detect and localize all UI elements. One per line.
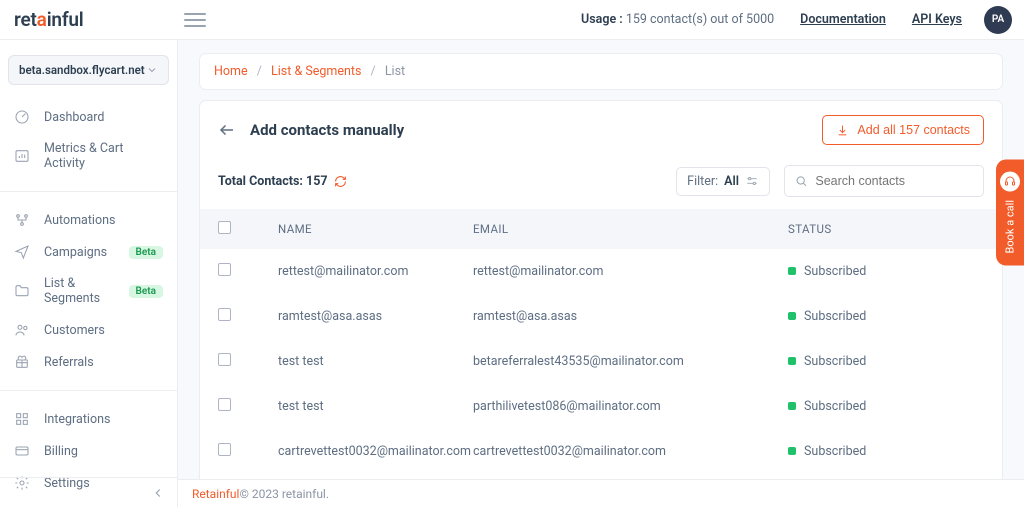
- crumb-section[interactable]: List & Segments: [271, 64, 361, 79]
- folder-icon: [14, 283, 30, 299]
- search-input-wrap[interactable]: [784, 165, 984, 197]
- status-dot-icon: [788, 312, 796, 320]
- row-email: cartrevettest0032@mailinator.com: [473, 444, 788, 459]
- sidebar-item-customers[interactable]: Customers: [0, 314, 177, 346]
- row-name: rettest@mailinator.com: [278, 264, 473, 279]
- breadcrumb: Home / List & Segments / List: [200, 54, 1002, 89]
- row-email: rettest@mailinator.com: [473, 264, 788, 279]
- row-status: Subscribed: [788, 444, 984, 459]
- send-icon: [14, 244, 30, 260]
- row-name: test test: [278, 399, 473, 414]
- row-checkbox[interactable]: [218, 398, 231, 411]
- download-icon: [836, 124, 849, 137]
- row-status: Subscribed: [788, 399, 984, 414]
- usage-text: Usage : 159 contact(s) out of 5000: [581, 12, 774, 27]
- logo: retainful: [8, 8, 178, 31]
- row-checkbox[interactable]: [218, 353, 231, 366]
- sidebar: beta.sandbox.flycart.net Dashboard Metri…: [0, 40, 178, 507]
- headset-icon: [1000, 172, 1020, 192]
- grid-icon: [14, 411, 30, 427]
- row-email: ramtest@asa.asas: [473, 309, 788, 324]
- sidebar-item-integrations[interactable]: Integrations: [0, 403, 177, 435]
- col-name-header: NAME: [278, 222, 473, 236]
- row-email: betareferralest43535@mailinator.com: [473, 354, 788, 369]
- status-dot-icon: [788, 447, 796, 455]
- row-checkbox[interactable]: [218, 443, 231, 456]
- add-all-contacts-button[interactable]: Add all 157 contacts: [822, 115, 984, 145]
- sidebar-item-referrals[interactable]: Referrals: [0, 346, 177, 378]
- search-icon: [795, 174, 807, 188]
- sidebar-item-list-segments[interactable]: List & Segments Beta: [0, 268, 177, 314]
- chevron-down-icon: [146, 64, 158, 76]
- footer-brand-link[interactable]: Retainful: [192, 487, 239, 501]
- gauge-icon: [14, 109, 30, 125]
- table-row[interactable]: cartrevettest0032@mailinator.comcartreve…: [200, 429, 1002, 474]
- avatar[interactable]: PA: [984, 6, 1012, 34]
- table-row[interactable]: test testparthilivetest086@mailinator.co…: [200, 384, 1002, 429]
- search-input[interactable]: [815, 174, 973, 188]
- table-row[interactable]: rettest@mailinator.comrettest@mailinator…: [200, 249, 1002, 294]
- table-row[interactable]: test testbetareferralest43535@mailinator…: [200, 339, 1002, 384]
- col-email-header: EMAIL: [473, 222, 788, 236]
- site-selector-label: beta.sandbox.flycart.net: [19, 63, 145, 77]
- table-row[interactable]: ramtest@asa.asasramtest@asa.asasSubscrib…: [200, 294, 1002, 339]
- book-a-call-button[interactable]: Book a call: [996, 160, 1024, 266]
- flow-icon: [14, 212, 30, 228]
- row-name: ramtest@asa.asas: [278, 309, 473, 324]
- total-contacts: Total Contacts: 157: [218, 174, 328, 189]
- crumb-home[interactable]: Home: [214, 64, 248, 79]
- card-icon: [14, 443, 30, 459]
- beta-badge: Beta: [129, 285, 163, 298]
- status-dot-icon: [788, 267, 796, 275]
- crumb-current: List: [385, 64, 405, 79]
- back-arrow-icon[interactable]: [218, 121, 236, 139]
- sidebar-item-dashboard[interactable]: Dashboard: [0, 101, 177, 133]
- sliders-icon: [745, 174, 759, 188]
- row-name: test test: [278, 354, 473, 369]
- row-status: Subscribed: [788, 354, 984, 369]
- hamburger-icon[interactable]: [184, 9, 206, 31]
- select-all-checkbox[interactable]: [218, 221, 231, 234]
- gift-icon: [14, 354, 30, 370]
- content-card: Add contacts manually Add all 157 contac…: [200, 101, 1002, 479]
- footer: Retainful © 2023 retainful.: [178, 479, 1024, 507]
- row-status: Subscribed: [788, 309, 984, 324]
- col-status-header: STATUS: [788, 222, 984, 236]
- beta-badge: Beta: [129, 246, 163, 259]
- filter-dropdown[interactable]: Filter: All: [676, 167, 770, 196]
- row-checkbox[interactable]: [218, 263, 231, 276]
- documentation-link[interactable]: Documentation: [800, 12, 886, 27]
- row-status: Subscribed: [788, 264, 984, 279]
- status-dot-icon: [788, 402, 796, 410]
- sidebar-item-billing[interactable]: Billing: [0, 435, 177, 467]
- chevron-left-icon: [151, 486, 165, 500]
- site-selector[interactable]: beta.sandbox.flycart.net: [8, 55, 169, 85]
- row-checkbox[interactable]: [218, 308, 231, 321]
- row-name: cartrevettest0032@mailinator.com: [278, 444, 473, 459]
- sidebar-item-metrics[interactable]: Metrics & Cart Activity: [0, 133, 177, 179]
- status-dot-icon: [788, 357, 796, 365]
- sidebar-collapse[interactable]: [0, 477, 177, 507]
- page-title: Add contacts manually: [250, 121, 404, 139]
- row-email: parthilivetest086@mailinator.com: [473, 399, 788, 414]
- refresh-icon[interactable]: [334, 175, 347, 188]
- users-icon: [14, 322, 30, 338]
- table-header: NAME EMAIL STATUS: [200, 209, 1002, 249]
- sidebar-item-campaigns[interactable]: Campaigns Beta: [0, 236, 177, 268]
- api-keys-link[interactable]: API Keys: [912, 12, 962, 27]
- sidebar-item-automations[interactable]: Automations: [0, 204, 177, 236]
- chart-icon: [14, 148, 30, 164]
